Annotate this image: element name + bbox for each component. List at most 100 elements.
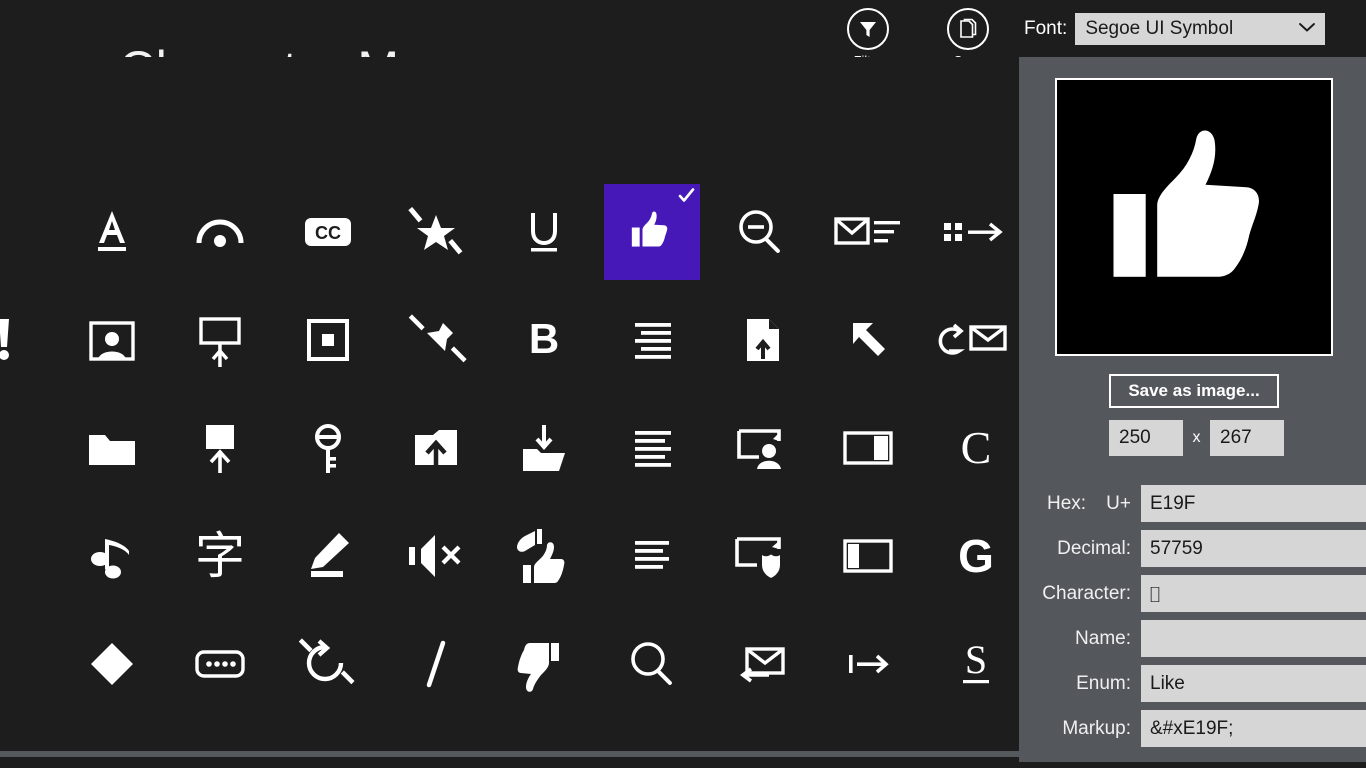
copy-icon-circle xyxy=(947,8,989,50)
svg-text:B: B xyxy=(529,315,559,362)
char-cell[interactable] xyxy=(496,184,592,280)
char-cell[interactable] xyxy=(712,508,808,604)
reply-mail-icon xyxy=(729,633,791,695)
detail-field-value[interactable]: Like xyxy=(1141,665,1366,702)
char-cell[interactable] xyxy=(64,400,160,496)
align-left-icon xyxy=(621,525,683,587)
underline-u-icon xyxy=(513,201,575,263)
font-label: Font: xyxy=(1024,18,1067,40)
magic-wand-star-icon xyxy=(405,201,467,263)
char-cell[interactable] xyxy=(64,508,160,604)
upload-file-icon xyxy=(729,309,791,371)
char-cell[interactable] xyxy=(712,616,808,712)
screen-shield-icon xyxy=(729,525,791,587)
square-up-arrow-icon xyxy=(189,417,251,479)
thumbs-down-icon xyxy=(513,633,575,695)
image-width-input[interactable] xyxy=(1109,420,1183,456)
detail-panel: Save as image... x Hex:U+E19FDecimal:577… xyxy=(1019,57,1366,762)
char-cell[interactable]: G xyxy=(928,508,1019,604)
arrow-up-left-icon xyxy=(837,309,899,371)
char-cell[interactable] xyxy=(172,184,268,280)
char-cell[interactable]: CC xyxy=(280,184,376,280)
detail-field-label: Decimal: xyxy=(1033,538,1141,560)
char-cell[interactable] xyxy=(604,184,700,280)
cjk-character-icon: 字 xyxy=(195,531,245,581)
bold-b-icon: B xyxy=(513,309,575,371)
align-right-icon xyxy=(621,309,683,371)
font-select-value: Segoe UI Symbol xyxy=(1085,18,1233,40)
char-cell[interactable] xyxy=(64,616,160,712)
key-icon xyxy=(297,417,359,479)
detail-field-row: Enum:Like xyxy=(1033,661,1366,706)
unpin-icon xyxy=(405,309,467,371)
char-cell[interactable] xyxy=(604,292,700,388)
char-cell[interactable] xyxy=(388,292,484,388)
save-as-image-button[interactable]: Save as image... xyxy=(1109,374,1279,408)
char-cell[interactable] xyxy=(388,400,484,496)
char-cell[interactable] xyxy=(0,184,52,280)
char-cell[interactable] xyxy=(280,292,376,388)
detail-field-value[interactable] xyxy=(1141,620,1366,657)
split-pane-right-icon xyxy=(837,417,899,479)
char-cell[interactable] xyxy=(820,400,916,496)
char-cell[interactable]: 字 xyxy=(172,508,268,604)
char-cell[interactable] xyxy=(928,292,1019,388)
checkmark-icon xyxy=(678,187,695,204)
detail-field-value[interactable]: E19F xyxy=(1141,485,1366,522)
thumbs-up-icon xyxy=(624,204,680,260)
char-cell[interactable] xyxy=(388,184,484,280)
detail-field-value[interactable]: &#xE19F; xyxy=(1141,710,1366,747)
char-cell[interactable]: C xyxy=(928,400,1019,496)
letter-c-icon: C xyxy=(961,425,992,471)
funnel-icon xyxy=(857,18,879,40)
char-cell[interactable] xyxy=(280,400,376,496)
char-cell[interactable]: B xyxy=(496,292,592,388)
char-cell[interactable] xyxy=(712,292,808,388)
char-cell[interactable] xyxy=(604,400,700,496)
thumbs-up-large-icon xyxy=(1079,102,1309,332)
char-cell[interactable] xyxy=(496,400,592,496)
char-cell[interactable] xyxy=(820,184,916,280)
zoom-out-icon xyxy=(729,201,791,263)
copy-pages-icon xyxy=(957,18,979,40)
char-cell[interactable] xyxy=(820,508,916,604)
char-cell[interactable]: S xyxy=(928,616,1019,712)
char-cell[interactable] xyxy=(172,292,268,388)
font-select[interactable]: Segoe UI Symbol xyxy=(1075,13,1325,45)
detail-field-value[interactable]: 57759 xyxy=(1141,530,1366,567)
char-cell[interactable] xyxy=(388,508,484,604)
char-cell[interactable] xyxy=(64,292,160,388)
grid-bottom-rail[interactable] xyxy=(0,751,1019,757)
char-cell[interactable] xyxy=(388,616,484,712)
char-cell[interactable] xyxy=(0,616,52,712)
char-cell[interactable] xyxy=(172,400,268,496)
highlighter-pen-icon xyxy=(297,525,359,587)
rotate-clockwise-icon xyxy=(295,633,361,695)
char-cell[interactable] xyxy=(712,184,808,280)
char-cell[interactable] xyxy=(0,400,52,496)
char-cell[interactable] xyxy=(280,508,376,604)
image-height-input[interactable] xyxy=(1210,420,1284,456)
char-cell[interactable] xyxy=(496,616,592,712)
detail-field-label: Name: xyxy=(1033,628,1141,650)
char-cell[interactable] xyxy=(604,616,700,712)
character-grid-region: CC B C 字 GS xyxy=(0,57,1019,757)
char-cell[interactable] xyxy=(820,292,916,388)
char-cell[interactable] xyxy=(280,616,376,712)
char-cell[interactable] xyxy=(172,616,268,712)
char-cell[interactable] xyxy=(496,508,592,604)
hex-prefix: U+ xyxy=(1106,493,1131,515)
download-folder-icon xyxy=(513,417,575,479)
char-cell[interactable] xyxy=(820,616,916,712)
bracket-partial-icon xyxy=(0,417,35,479)
detail-field-value[interactable]:  xyxy=(1141,575,1366,612)
char-cell[interactable] xyxy=(0,292,52,388)
char-cell[interactable] xyxy=(0,508,52,604)
char-cell[interactable] xyxy=(712,400,808,496)
letter-a-partial-icon xyxy=(0,633,35,695)
char-cell[interactable] xyxy=(64,184,160,280)
char-cell[interactable] xyxy=(604,508,700,604)
char-cell[interactable] xyxy=(928,184,1019,280)
detail-field-label-hex: Hex:U+ xyxy=(1033,493,1141,515)
filter-icon-circle xyxy=(847,8,889,50)
